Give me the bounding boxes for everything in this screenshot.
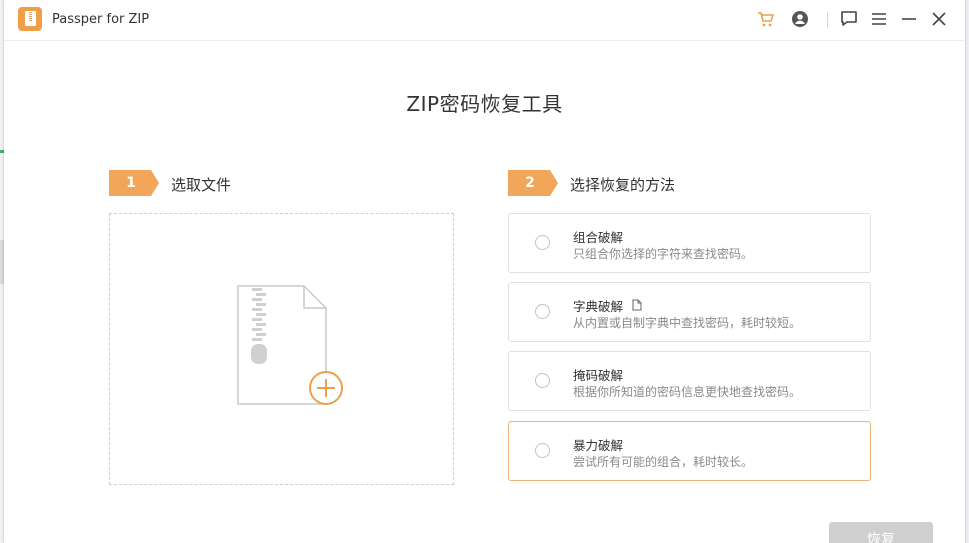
radio-button[interactable] (535, 235, 550, 250)
method-option-combination[interactable]: 组合破解 只组合你选择的字符来查找密码。 (508, 213, 871, 273)
method-description: 尝试所有可能的组合，耗时较长。 (573, 455, 754, 469)
cart-icon[interactable] (756, 9, 776, 29)
method-title: 字典破解 (573, 299, 624, 314)
recover-button[interactable]: 恢复 (829, 522, 933, 543)
background-window-right (965, 0, 969, 543)
radio-button[interactable] (535, 443, 550, 458)
method-description: 根据你所知道的密码信息更快地查找密码。 (573, 385, 802, 399)
radio-button[interactable] (535, 304, 550, 319)
step-1-badge: 1 (109, 170, 159, 196)
menu-icon[interactable] (869, 9, 889, 29)
method-option-brute-force[interactable]: 暴力破解 尝试所有可能的组合，耗时较长。 (508, 421, 871, 481)
minimize-icon[interactable] (899, 9, 919, 29)
app-title: Passper for ZIP (52, 12, 150, 27)
method-description: 只组合你选择的字符来查找密码。 (573, 247, 754, 261)
step-1-label: 选取文件 (171, 176, 232, 194)
titlebar-separator (827, 12, 828, 28)
import-dictionary-icon[interactable] (631, 296, 643, 315)
radio-button[interactable] (535, 373, 550, 388)
close-icon[interactable] (929, 9, 949, 29)
method-description: 从内置或自制字典中查找密码，耗时较短。 (573, 316, 802, 330)
feedback-icon[interactable] (839, 9, 859, 29)
app-logo-icon (18, 7, 42, 31)
title-bar: Passper for ZIP (4, 0, 965, 41)
step-2-label: 选择恢复的方法 (570, 176, 676, 194)
method-option-mask[interactable]: 掩码破解 根据你所知道的密码信息更快地查找密码。 (508, 351, 871, 411)
zip-file-add-icon (237, 285, 343, 405)
method-title: 暴力破解 (573, 438, 624, 453)
method-title: 掩码破解 (573, 368, 624, 383)
user-icon[interactable] (790, 9, 810, 29)
method-title: 组合破解 (573, 230, 624, 245)
file-dropzone[interactable] (109, 213, 454, 485)
step-2-badge: 2 (508, 170, 558, 196)
page-title: ZIP密码恢复工具 (406, 92, 563, 116)
app-window: Passper for ZIP ZIP密码恢复工具 1 选取文件 2 选择恢复的… (4, 0, 965, 543)
method-option-dictionary[interactable]: 字典破解 从内置或自制字典中查找密码，耗时较短。 (508, 282, 871, 342)
